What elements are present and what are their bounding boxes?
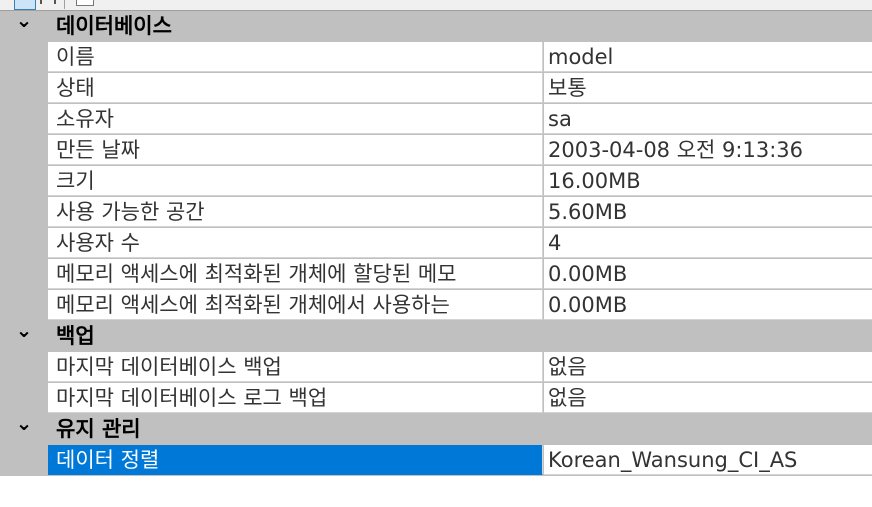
- property-name: 사용자 수: [48, 228, 543, 258]
- alphabetical-icon[interactable]: [38, 0, 56, 8]
- property-pages-icon[interactable]: [74, 0, 96, 8]
- property-name: 메모리 액세스에 최적화된 개체에서 사용하는: [48, 290, 543, 320]
- property-value: 없음: [544, 383, 872, 413]
- category-label: 데이터베이스: [56, 14, 172, 38]
- property-value: 0.00MB: [544, 259, 872, 289]
- property-value: 없음: [544, 352, 872, 382]
- property-row[interactable]: 마지막 데이터베이스 백업 없음: [0, 352, 872, 383]
- property-value: 2003-04-08 오전 9:13:36: [544, 135, 872, 165]
- property-row[interactable]: 만든 날짜 2003-04-08 오전 9:13:36: [0, 135, 872, 166]
- category-label: 유지 관리: [56, 417, 141, 441]
- property-row[interactable]: 메모리 액세스에 최적화된 개체에 할당된 메모 0.00MB: [0, 259, 872, 290]
- property-value: 5.60MB: [544, 197, 872, 227]
- property-row[interactable]: 상태 보통: [0, 73, 872, 104]
- chevron-down-icon[interactable]: [13, 418, 35, 440]
- chevron-down-icon[interactable]: [13, 325, 35, 347]
- property-value: Korean_Wansung_CI_AS: [544, 445, 872, 475]
- property-name: 마지막 데이터베이스 로그 백업: [48, 383, 543, 413]
- property-grid: 데이터베이스 이름 model 상태 보통 소유자 sa 만든 날짜 2003-…: [0, 11, 872, 507]
- property-value: 4: [544, 228, 872, 258]
- property-row[interactable]: 크기 16.00MB: [0, 166, 872, 197]
- property-value: sa: [544, 104, 872, 134]
- property-name: 이름: [48, 42, 543, 72]
- property-value: 16.00MB: [544, 166, 872, 196]
- property-name: 크기: [48, 166, 543, 196]
- property-row[interactable]: 이름 model: [0, 42, 872, 73]
- toolbar-separator: [64, 0, 65, 9]
- property-row[interactable]: 사용 가능한 공간 5.60MB: [0, 197, 872, 228]
- property-value: model: [544, 42, 872, 72]
- property-grid-toolbar: [0, 0, 872, 11]
- property-name: 만든 날짜: [48, 135, 543, 165]
- property-name: 메모리 액세스에 최적화된 개체에 할당된 메모: [48, 259, 543, 289]
- property-row[interactable]: 마지막 데이터베이스 로그 백업 없음: [0, 383, 872, 414]
- property-name: 사용 가능한 공간: [48, 197, 543, 227]
- property-value: 보통: [544, 73, 872, 103]
- category-backup[interactable]: 백업: [0, 321, 872, 352]
- category-maintenance[interactable]: 유지 관리: [0, 414, 872, 445]
- property-row[interactable]: 사용자 수 4: [0, 228, 872, 259]
- property-row-selected[interactable]: 데이터 정렬 Korean_Wansung_CI_AS: [0, 445, 872, 476]
- category-database[interactable]: 데이터베이스: [0, 11, 872, 42]
- property-value: 0.00MB: [544, 290, 872, 320]
- property-name: 마지막 데이터베이스 백업: [48, 352, 543, 382]
- property-name: 상태: [48, 73, 543, 103]
- category-label: 백업: [56, 324, 95, 348]
- chevron-down-icon[interactable]: [13, 15, 35, 37]
- property-name: 소유자: [48, 104, 543, 134]
- property-row[interactable]: 메모리 액세스에 최적화된 개체에서 사용하는 0.00MB: [0, 290, 872, 321]
- property-row[interactable]: 소유자 sa: [0, 104, 872, 135]
- property-name: 데이터 정렬: [48, 445, 543, 475]
